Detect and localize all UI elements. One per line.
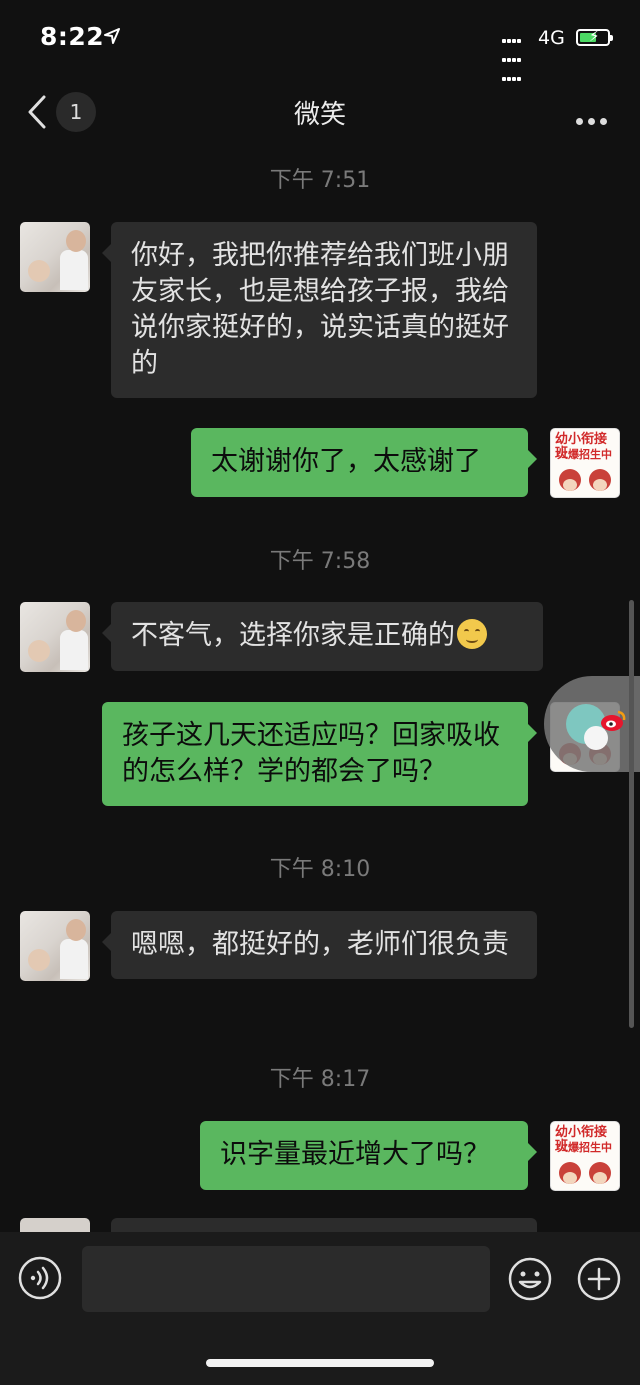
emoji-picker-icon[interactable] [507,1256,553,1302]
chat-scrollbar[interactable] [629,600,634,1028]
message-text-input[interactable] [82,1246,490,1312]
signal-icon [502,29,522,86]
voice-input-icon[interactable] [18,1256,62,1300]
status-bar: 8:22 4G ⚡ [0,0,640,81]
status-time: 8:22 [40,22,105,51]
outgoing-message-bubble[interactable]: 太谢谢你了，太感谢了 [191,428,537,497]
outgoing-message-bubble[interactable]: 识字量最近增大了吗？ [200,1121,537,1190]
location-arrow-icon [104,28,120,44]
contact-avatar[interactable] [20,911,90,981]
message-timestamp: 下午 7:58 [269,549,371,574]
message-timestamp: 下午 8:10 [269,857,371,882]
incoming-message-bubble[interactable]: 你好，我把你推荐给我们班小朋友家长，也是想给孩子报，我给说你家挺好的，说实话真的… [102,222,537,398]
contact-avatar[interactable] [20,1218,90,1232]
my-avatar[interactable]: 幼小衔接班 火爆招生中 [550,428,620,498]
chat-title: 微笑 [293,100,346,130]
message-timestamp: 下午 7:51 [269,168,371,193]
more-options-icon[interactable] [576,110,612,129]
avatar-brand-subtext: 火爆招生中 [557,448,612,461]
battery-icon: ⚡ [576,28,613,46]
avatar-brand-subtext: 火爆招生中 [557,1141,612,1154]
message-timestamp: 下午 8:17 [269,1067,371,1092]
weibo-icon [601,710,626,731]
network-label: 4G [538,27,565,49]
more-actions-plus-icon[interactable] [576,1256,622,1302]
floating-assistant-widget[interactable] [544,676,640,772]
incoming-message-bubble[interactable]: 嗯嗯，都挺好的，老师们很负责 [102,911,537,979]
contact-avatar[interactable] [20,222,90,292]
home-indicator[interactable] [206,1359,434,1367]
incoming-message-bubble[interactable] [111,1218,537,1232]
message-text: 不客气，选择你家是正确的 [131,620,455,651]
smiling-face-emoji-icon [457,619,487,649]
chat-header: 1 微笑 [0,80,640,146]
my-avatar[interactable]: 幼小衔接班 火爆招生中 [550,1121,620,1191]
incoming-message-bubble[interactable]: 不客气，选择你家是正确的 [102,602,543,671]
outgoing-message-bubble[interactable]: 孩子这几天还适应吗？回家吸收的怎么样？学的都会了吗？ [102,702,537,806]
contact-avatar[interactable] [20,602,90,672]
